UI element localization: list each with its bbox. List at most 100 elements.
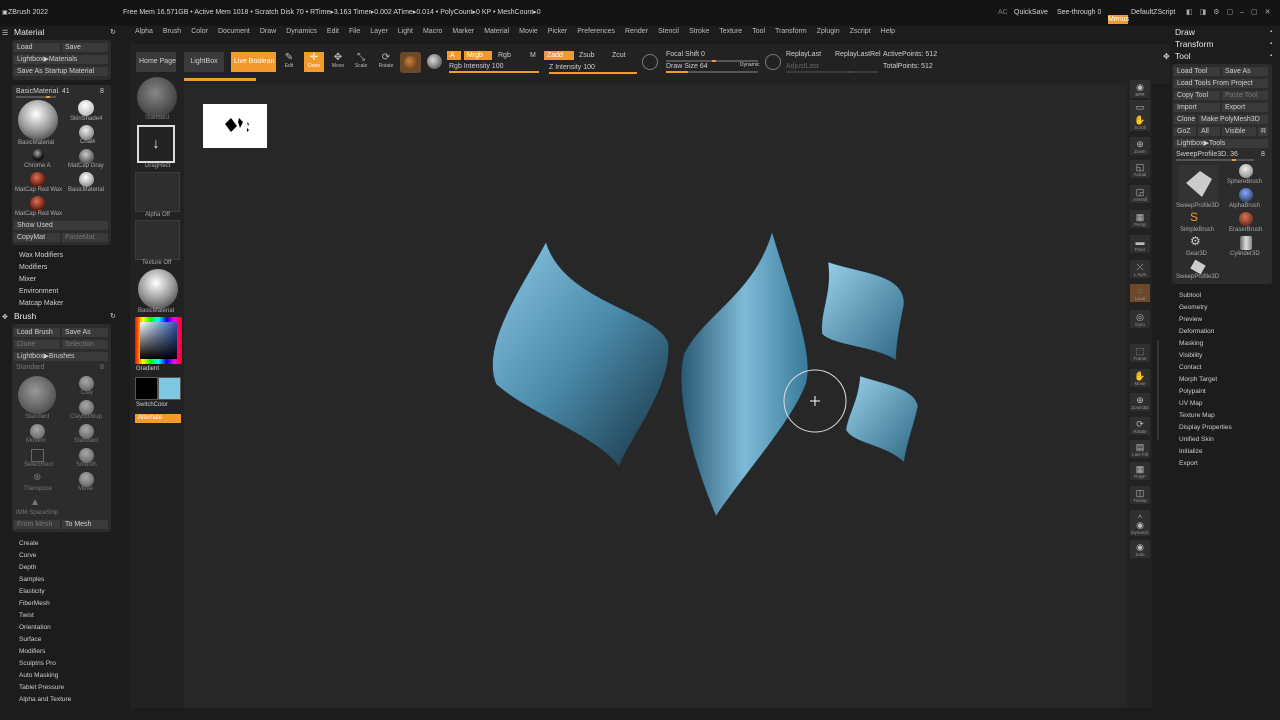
brush-panel-title[interactable]: Brush	[14, 311, 36, 321]
brush-section-alpha-and-texture[interactable]: Alpha and Texture	[19, 694, 109, 706]
selection-button[interactable]: Selection	[62, 340, 108, 349]
material-swatch[interactable]	[400, 52, 421, 73]
lightbox-button[interactable]: LightBox	[184, 52, 224, 72]
shelf-button-transp[interactable]: ◫ Transp	[1130, 486, 1150, 504]
import-button[interactable]: Import	[1174, 103, 1220, 112]
shelf-button-floor[interactable]: ▬ Floor	[1130, 235, 1150, 253]
shelf-button-gyro[interactable]: ◎ Gyro	[1130, 310, 1150, 328]
transform-collapse-icon[interactable]: ▪	[1270, 41, 1272, 47]
brush-section-sculptris-pro[interactable]: Sculptris Pro	[19, 658, 109, 670]
tool-section-uv-map[interactable]: UV Map	[1179, 398, 1269, 410]
z-intensity-track[interactable]	[549, 72, 637, 74]
shelf-button-aahalf[interactable]: ◲ AAHalf	[1130, 185, 1150, 203]
tool-section-deformation[interactable]: Deformation	[1179, 326, 1269, 338]
section-matcap-maker[interactable]: Matcap Maker	[19, 300, 63, 307]
menu-light[interactable]: Light	[393, 26, 418, 38]
menus-button[interactable]: Menus	[1108, 15, 1129, 24]
section-mixer[interactable]: Mixer	[19, 276, 36, 283]
texture-slot[interactable]	[135, 220, 180, 260]
window-controls[interactable]: ◧◨⚙▢–▢✕	[1186, 0, 1278, 32]
shelf-button-persp[interactable]: ▦ Persp	[1130, 210, 1150, 228]
lazymouse-icon[interactable]	[642, 54, 658, 70]
clone-tool-button[interactable]: Clone	[1174, 115, 1196, 124]
menu-zplugin[interactable]: Zplugin	[812, 26, 845, 38]
primary-color-swatch[interactable]	[135, 377, 158, 400]
menu-macro[interactable]: Macro	[418, 26, 447, 38]
shelf-button-zoom3d[interactable]: ⊕ Zoom3D	[1130, 393, 1150, 411]
shelf-button-scroll[interactable]: ✋ Scroll	[1130, 113, 1150, 131]
shelf-button-actual[interactable]: ◱ Actual	[1130, 160, 1150, 178]
focal-shift-slider[interactable]: Focal Shift 0	[666, 51, 705, 58]
live-boolean-button[interactable]: Live Boolean	[231, 52, 276, 72]
brush-section-modifiers[interactable]: Modifiers	[19, 646, 109, 658]
material-thumb-chalk[interactable]	[79, 125, 94, 140]
section-environment[interactable]: Environment	[19, 288, 58, 295]
basicmaterial-slider[interactable]: BasicMaterial. 41	[16, 88, 70, 95]
shelf-button-move[interactable]: ✋ Move	[1130, 369, 1150, 387]
menu-document[interactable]: Document	[213, 26, 255, 38]
shelf-button-rotate[interactable]: ⟳ Rotate	[1130, 417, 1150, 435]
dragrect-stroke[interactable]: ↓	[137, 125, 175, 163]
color-picker[interactable]	[135, 317, 182, 364]
tool-section-export[interactable]: Export	[1179, 458, 1269, 470]
brush-thumb-claybuildup[interactable]	[79, 400, 94, 415]
brush-section-samples[interactable]: Samples	[19, 574, 109, 586]
all-button[interactable]: All	[1198, 127, 1220, 136]
menu-draw[interactable]: Draw	[255, 26, 281, 38]
right-scrollbar[interactable]	[1157, 340, 1159, 440]
material-thumb-basic-large[interactable]	[18, 100, 58, 140]
brush-thumb-standard-tray[interactable]	[137, 77, 177, 117]
model-render[interactable]	[184, 84, 1127, 708]
quicksave-button[interactable]: QuickSave	[1014, 0, 1048, 32]
mrgb-button[interactable]: Mrgb	[464, 51, 492, 60]
backtrack-icon[interactable]	[765, 54, 781, 70]
transpose-icon[interactable]: ⊕	[33, 472, 41, 483]
tool-section-subtool[interactable]: Subtool	[1179, 290, 1269, 302]
rotate-button[interactable]: ⟳ Rotate	[376, 52, 396, 72]
tool-thumb-spherebrush[interactable]	[1239, 164, 1253, 178]
save-startup-material-button[interactable]: Save As Startup Material	[14, 67, 108, 76]
ac-toggle[interactable]: AC	[998, 0, 1008, 32]
material-tray-sphere[interactable]	[138, 269, 178, 309]
draw-size-track[interactable]	[666, 71, 758, 73]
menu-movie[interactable]: Movie	[514, 26, 543, 38]
menu-material[interactable]: Material	[479, 26, 514, 38]
tool-thumb-sweepprofile-large[interactable]	[1178, 165, 1218, 203]
tool-section-masking[interactable]: Masking	[1179, 338, 1269, 350]
draw-panel-title[interactable]: Draw	[1175, 27, 1195, 37]
show-used-button[interactable]: Show Used	[14, 221, 108, 230]
sweepprofile-slider[interactable]: SweepProfile3D. 36	[1176, 151, 1238, 158]
transform-panel-title[interactable]: Transform	[1175, 39, 1213, 49]
move-button[interactable]: ✥ Move	[329, 52, 347, 72]
menu-stencil[interactable]: Stencil	[653, 26, 684, 38]
cylinder-icon[interactable]	[1240, 236, 1252, 250]
menu-help[interactable]: Help	[876, 26, 900, 38]
goz-button[interactable]: GoZ	[1174, 127, 1196, 136]
menu-dynamics[interactable]: Dynamics	[281, 26, 322, 38]
material-thumb-basic-small[interactable]	[79, 172, 94, 187]
r-button[interactable]: R	[1258, 127, 1268, 136]
menu-color[interactable]: Color	[186, 26, 213, 38]
draw-size-slider[interactable]: Draw Size 64	[666, 63, 708, 70]
sweepprofile-track[interactable]	[1176, 159, 1254, 161]
basicmaterial-track[interactable]	[16, 96, 56, 98]
material-thumb-redwax[interactable]	[30, 172, 45, 187]
panel-menu-icon[interactable]: ☰	[2, 29, 8, 37]
tool-collapse-icon[interactable]: ▪	[1270, 53, 1272, 59]
save-material-button[interactable]: Save	[62, 43, 108, 52]
load-tools-from-project-button[interactable]: Load Tools From Project	[1174, 79, 1268, 88]
z-intensity-slider[interactable]: Z Intensity 100	[549, 64, 595, 71]
export-button[interactable]: Export	[1222, 103, 1268, 112]
make-polymesh-button[interactable]: Make PolyMesh3D	[1198, 115, 1268, 124]
home-page-button[interactable]: Home Page	[136, 52, 176, 72]
shelf-button-line-fill[interactable]: ▤ Line Fill	[1130, 440, 1150, 458]
shelf-button-solo[interactable]: ◉ Solo	[1130, 540, 1150, 558]
standard-brush-slider[interactable]: Standard	[16, 364, 44, 371]
script-label[interactable]: DefaultZScript	[1131, 0, 1175, 32]
brush-thumb-movein[interactable]	[30, 424, 45, 439]
copy-tool-button[interactable]: Copy Tool	[1174, 91, 1220, 100]
rgb-intensity-track[interactable]	[449, 71, 539, 73]
rgb-intensity-slider[interactable]: Rgb Intensity 100	[449, 63, 503, 70]
rgb-button[interactable]: Rgb	[495, 51, 517, 60]
material-thumb-gray[interactable]	[79, 149, 94, 164]
